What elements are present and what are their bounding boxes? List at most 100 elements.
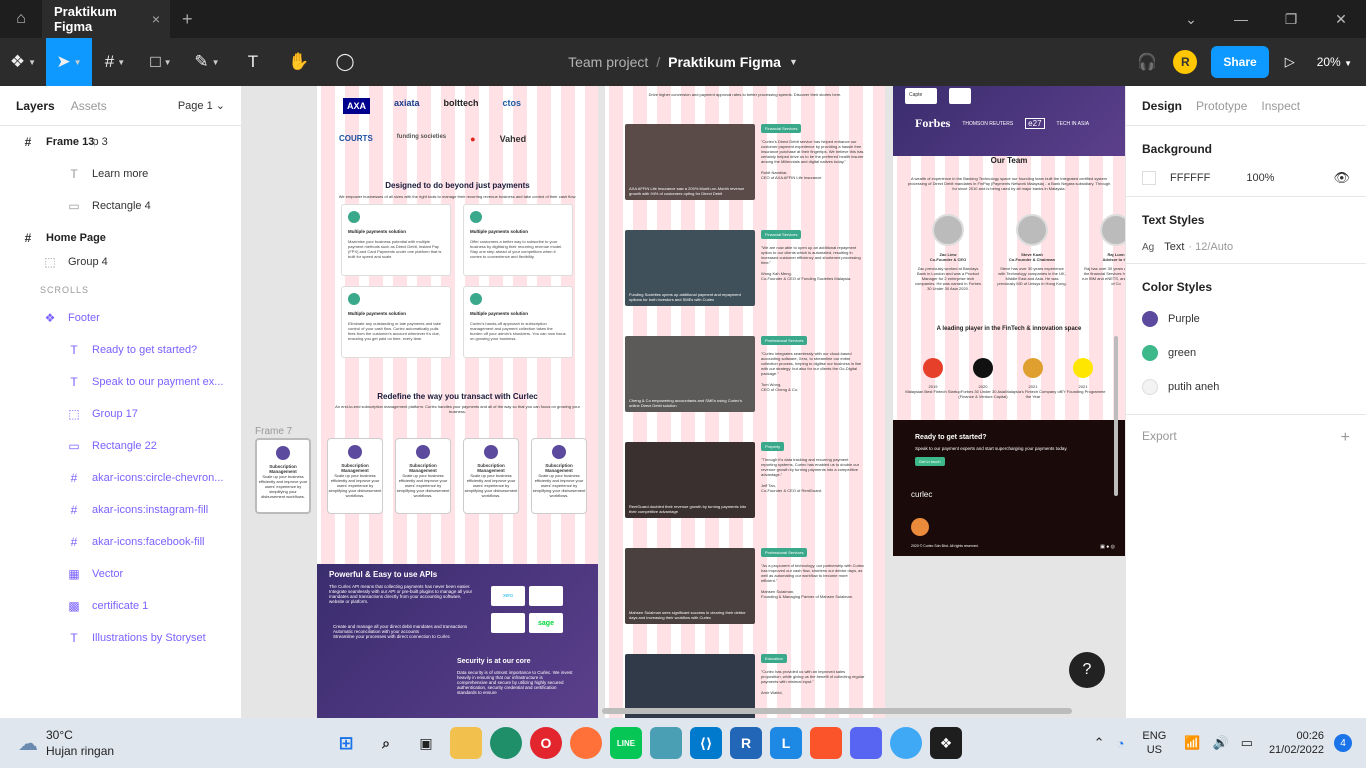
layer-item[interactable]: ▩ certificate 1: [0, 590, 241, 622]
home-icon[interactable]: ⌂: [0, 0, 42, 38]
file-explorer-icon[interactable]: [450, 727, 482, 759]
color-style-item[interactable]: putih aneh: [1142, 370, 1350, 404]
frame-icon: #: [24, 231, 32, 245]
home-page-frame[interactable]: AXA axiata bolttech ctos COURTS funding …: [317, 86, 598, 718]
tab-assets[interactable]: Assets: [71, 99, 107, 113]
discord-icon[interactable]: [850, 727, 882, 759]
weather-widget[interactable]: ☁ 30°C Hujan ringan: [0, 727, 200, 759]
restore-button[interactable]: ❐: [1266, 11, 1316, 28]
language-indicator[interactable]: ENG US: [1142, 729, 1166, 757]
headphones-icon[interactable]: 🎧: [1137, 52, 1157, 72]
layer-item[interactable]: # akar-icons:facebook-fill: [0, 526, 241, 558]
chevron-down-icon[interactable]: ▼: [789, 57, 798, 67]
comment-tool-button[interactable]: ◯: [322, 38, 368, 86]
breadcrumb-team[interactable]: Team project: [568, 54, 648, 70]
feature-body: Eliminate any outstanding or late paymen…: [348, 321, 441, 341]
bg-swatch[interactable]: [1142, 171, 1156, 185]
search-icon[interactable]: ⌕: [370, 727, 402, 759]
layer-item[interactable]: ⬚ Group 17: [0, 398, 241, 430]
volume-icon[interactable]: 🔊: [1212, 735, 1228, 751]
stories-frame[interactable]: Drive higher conversion and payment appr…: [605, 86, 885, 718]
story-role: CEO of Cheng & Co.: [761, 387, 799, 392]
tab-inspect[interactable]: Inspect: [1261, 99, 1300, 113]
layer-item[interactable]: T Speak to our payment ex...: [0, 366, 241, 398]
present-play-icon[interactable]: ▷: [1285, 54, 1295, 70]
minimize-button[interactable]: —: [1216, 11, 1266, 27]
brave-icon[interactable]: [810, 727, 842, 759]
team-frame[interactable]: Capte Forbes THOMSON REUTERS e27 TECH IN…: [893, 86, 1125, 556]
layer-item[interactable]: # akar-icons:circle-chevron...: [0, 462, 241, 494]
background-title: Background: [1142, 142, 1213, 156]
task-view-icon[interactable]: ▣: [410, 727, 442, 759]
color-style-item[interactable]: green: [1142, 336, 1350, 370]
frame7-card[interactable]: Subscription Management Scale up your bus…: [255, 438, 311, 514]
layer-item[interactable]: T Learn more: [0, 158, 241, 190]
zoom-menu[interactable]: 20% ▼: [1317, 55, 1352, 69]
opera-icon[interactable]: O: [530, 727, 562, 759]
chevron-down-icon[interactable]: ⌄: [1166, 11, 1216, 28]
bg-hex-input[interactable]: FFFFFF: [1170, 172, 1210, 184]
pen-tool-button[interactable]: ✎ ▼: [184, 38, 230, 86]
r-icon[interactable]: R: [730, 727, 762, 759]
paint-icon[interactable]: [890, 727, 922, 759]
edge-icon[interactable]: [490, 727, 522, 759]
horizontal-scrollbar[interactable]: [602, 708, 1072, 714]
layer-item[interactable]: # Frame 13: [0, 126, 95, 158]
line-icon[interactable]: LINE: [610, 727, 642, 759]
clock[interactable]: 00:26 21/02/2022: [1269, 729, 1324, 757]
battery-icon[interactable]: ▭: [1241, 735, 1253, 751]
color-style-item[interactable]: Purple: [1142, 302, 1350, 336]
notification-badge[interactable]: 4: [1334, 734, 1352, 752]
update-icon[interactable]: ◔: [1117, 736, 1125, 751]
layer-item[interactable]: T Illustrations by Storyset: [0, 622, 241, 654]
l-app-icon[interactable]: L: [770, 727, 802, 759]
tab-prototype[interactable]: Prototype: [1196, 99, 1247, 113]
vscode-icon[interactable]: ⟨⟩: [690, 727, 722, 759]
shape-tool-button[interactable]: □ ▼: [138, 38, 184, 86]
help-button[interactable]: ?: [1069, 652, 1105, 688]
layer-item[interactable]: ▦ Vector: [0, 558, 241, 590]
windows-start-icon[interactable]: ⊞: [330, 727, 362, 759]
tab-layers[interactable]: Layers: [16, 99, 55, 113]
layer-item[interactable]: ▭ Rectangle 4: [0, 190, 241, 222]
text-tool-button[interactable]: T: [230, 38, 276, 86]
file-tab[interactable]: Praktikum Figma ×: [42, 0, 170, 38]
team-role: Co-Founder & CEO: [929, 257, 967, 262]
cta-button[interactable]: Get in touch: [915, 457, 945, 466]
story-tag: Property: [761, 442, 785, 451]
file-name[interactable]: Praktikum Figma: [668, 54, 781, 70]
frame7-label[interactable]: Frame 7: [255, 426, 292, 437]
group-icon: ⬚: [44, 255, 56, 269]
tab-design[interactable]: Design: [1142, 99, 1182, 113]
layers-panel: Layers Assets Page 1 ⌄ #Frame 13⬚Group 3…: [0, 86, 242, 718]
close-tab-icon[interactable]: ×: [152, 11, 160, 27]
team-member: Zac Liew Co-Founder & CEO Zac previously w…: [913, 214, 983, 291]
vertical-scrollbar[interactable]: [1114, 336, 1118, 496]
canvas[interactable]: AXA axiata bolttech ctos COURTS funding …: [242, 86, 1125, 718]
chevron-up-icon[interactable]: ⌃: [1094, 735, 1105, 751]
text-style-item[interactable]: Ag Text · 12/Auto: [1142, 241, 1350, 253]
bg-opacity-input[interactable]: 100%: [1246, 172, 1274, 184]
frame-tool-button[interactable]: # ▼: [92, 38, 138, 86]
layer-item[interactable]: T Ready to get started?: [0, 334, 241, 366]
new-tab-button[interactable]: +: [182, 9, 193, 30]
eye-icon[interactable]: 👁: [1333, 170, 1350, 186]
app-icon[interactable]: [650, 727, 682, 759]
layer-item[interactable]: ▭ Rectangle 22: [0, 430, 241, 462]
move-tool-button[interactable]: ➤ ▼: [46, 38, 92, 86]
layer-item[interactable]: ❖ Footer: [0, 302, 241, 334]
figma-icon[interactable]: ❖: [930, 727, 962, 759]
main-menu-button[interactable]: ❖ ▼: [0, 38, 46, 86]
hand-tool-button[interactable]: ✋: [276, 38, 322, 86]
redefine-title: Redefine the way you transact with Curle…: [377, 392, 538, 401]
page-selector[interactable]: Page 1 ⌄: [178, 99, 225, 112]
layer-item[interactable]: # Home Page: [0, 222, 106, 254]
xero-logo: xero: [491, 586, 525, 606]
export-add-button[interactable]: +: [1341, 429, 1350, 447]
share-button[interactable]: Share: [1211, 46, 1269, 78]
close-window-button[interactable]: ✕: [1316, 11, 1366, 28]
wifi-icon[interactable]: 📶: [1184, 735, 1200, 751]
firefox-icon[interactable]: [570, 727, 602, 759]
avatar[interactable]: R: [1173, 50, 1198, 74]
layer-item[interactable]: # akar-icons:instagram-fill: [0, 494, 241, 526]
